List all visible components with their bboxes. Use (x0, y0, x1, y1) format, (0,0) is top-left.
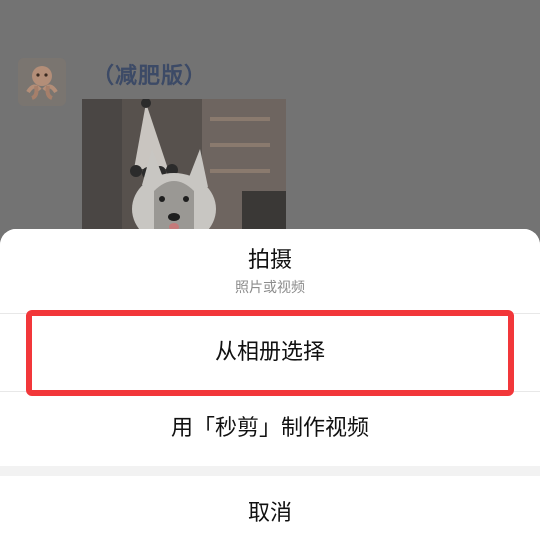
shoot-sublabel: 照片或视频 (235, 280, 305, 296)
octopus-avatar-icon (18, 58, 66, 106)
post-author-name[interactable]: （减肥版） (92, 58, 207, 90)
choose-from-album-option[interactable]: 从相册选择 (0, 314, 540, 391)
action-sheet: 拍摄 照片或视频 从相册选择 用「秒剪」制作视频 取消 (0, 229, 540, 552)
dog-photo-image (82, 99, 286, 233)
cancel-button[interactable]: 取消 (0, 476, 540, 552)
post-photo[interactable] (82, 99, 286, 233)
shoot-label: 拍摄 (247, 248, 292, 273)
avatar[interactable] (18, 58, 66, 106)
shoot-option[interactable]: 拍摄 照片或视频 (0, 229, 540, 313)
make-video-option[interactable]: 用「秒剪」制作视频 (0, 392, 540, 466)
section-gap (0, 466, 540, 476)
